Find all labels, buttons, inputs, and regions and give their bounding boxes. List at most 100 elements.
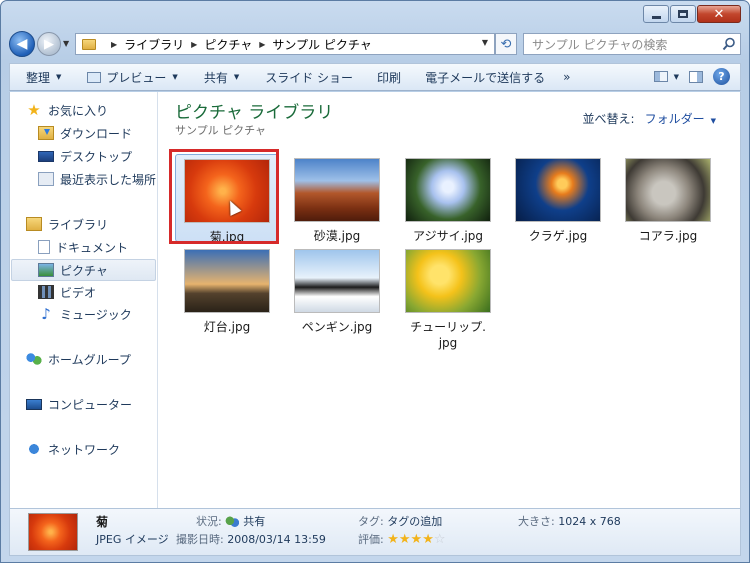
sidebar-item-videos[interactable]: ビデオ xyxy=(38,282,96,302)
thumbnail-image xyxy=(405,249,491,313)
arrange-by: 並べ替え: フォルダー ▼ xyxy=(583,110,716,127)
file-name-line1: チューリップ. xyxy=(410,320,486,334)
chevron-down-icon[interactable]: ▼ xyxy=(482,38,488,47)
address-bar[interactable]: ▶ ライブラリ ▶ ピクチャ ▶ サンプル ピクチャ ▼ xyxy=(75,33,495,55)
minimize-icon xyxy=(651,15,661,19)
preview-pane-button[interactable] xyxy=(689,70,703,83)
organize-menu[interactable]: 整理 ▼ xyxy=(26,63,71,91)
status-label: 状況: xyxy=(196,515,222,528)
file-item-lighthouse[interactable]: 灯台.jpg xyxy=(175,245,279,335)
chevron-down-icon: ▼ xyxy=(172,73,178,81)
window-controls: ✕ xyxy=(643,5,741,23)
toolbar-right: ▼ ? xyxy=(653,68,730,85)
file-name-line2: jpg xyxy=(438,336,458,350)
close-icon: ✕ xyxy=(713,6,725,22)
email-label: 電子メールで送信する xyxy=(425,70,546,85)
sidebar-item-homegroup[interactable]: ホームグループ xyxy=(26,349,131,369)
chevron-right-icon[interactable]: ▶ xyxy=(191,40,197,49)
star-icon[interactable]: ★ xyxy=(387,532,399,547)
search-input[interactable]: サンプル ピクチャの検索 xyxy=(523,33,741,55)
chevron-right-icon[interactable]: ▶ xyxy=(259,40,265,49)
sidebar-item-desktop[interactable]: デスクトップ xyxy=(38,146,132,166)
preview-menu[interactable]: プレビュー ▼ xyxy=(87,63,187,91)
library-subtitle: サンプル ピクチャ xyxy=(175,124,267,137)
organize-label: 整理 xyxy=(26,70,51,85)
file-name: クラゲ.jpg xyxy=(528,229,588,243)
rating-stars[interactable]: ★★★★☆ xyxy=(387,532,446,547)
folder-icon xyxy=(82,38,96,50)
help-icon[interactable]: ? xyxy=(713,68,730,85)
details-tags: タグ: タグの追加 xyxy=(358,513,442,529)
document-icon xyxy=(38,240,50,254)
details-date: 撮影日時: 2008/03/14 13:59 xyxy=(176,531,326,547)
maximize-button[interactable] xyxy=(670,5,696,23)
star-icon[interactable]: ★ xyxy=(422,532,434,547)
navigation-pane: ★ お気に入り ダウンロード デスクトップ 最近表示した場所 ライブラリ ドキュメ… xyxy=(10,92,158,508)
tag-add-field[interactable]: タグの追加 xyxy=(387,515,442,528)
sidebar-item-label: ネットワーク xyxy=(48,442,121,457)
details-status: 状況: 共有 xyxy=(196,513,265,529)
breadcrumb-libraries[interactable]: ライブラリ xyxy=(124,36,184,53)
file-item-koala[interactable]: コアラ.jpg xyxy=(616,154,720,244)
video-icon xyxy=(38,285,54,299)
chevron-down-icon[interactable]: ▼ xyxy=(711,117,716,125)
details-file-name: 菊 xyxy=(96,515,109,529)
back-arrow-icon: ◀ xyxy=(16,36,28,52)
details-rating: 評価: ★★★★☆ xyxy=(358,531,446,547)
sidebar-item-label: ビデオ xyxy=(60,285,97,300)
desktop-icon xyxy=(38,150,54,162)
chevron-right-icon[interactable]: ▶ xyxy=(111,40,117,49)
sidebar-item-pictures[interactable]: ピクチャ xyxy=(38,260,108,280)
file-list-pane: ピクチャ ライブラリ サンプル ピクチャ 並べ替え: フォルダー ▼ 菊.jpg 砂… xyxy=(159,92,740,508)
sidebar-item-libraries[interactable]: ライブラリ xyxy=(26,214,108,234)
email-button[interactable]: 電子メールで送信する xyxy=(425,63,555,91)
refresh-button[interactable]: ⟲ xyxy=(495,33,517,55)
sidebar-item-music[interactable]: ♪ ミュージック xyxy=(38,304,132,324)
back-button[interactable]: ◀ xyxy=(9,31,35,57)
minimize-button[interactable] xyxy=(643,5,669,23)
breadcrumb-pictures[interactable]: ピクチャ xyxy=(204,36,252,53)
search-icon[interactable] xyxy=(722,37,736,51)
forward-button[interactable]: ▶ xyxy=(37,32,61,56)
details-thumbnail xyxy=(28,513,78,551)
file-item-hydrangea[interactable]: アジサイ.jpg xyxy=(396,154,500,244)
view-icon xyxy=(653,71,668,82)
date-value: 2008/03/14 13:59 xyxy=(227,533,326,546)
close-button[interactable]: ✕ xyxy=(697,5,741,23)
star-icon[interactable]: ★ xyxy=(399,532,411,547)
file-item-tulips[interactable]: チューリップ. jpg xyxy=(396,245,500,351)
star-icon[interactable]: ☆ xyxy=(434,532,446,547)
file-item-jellyfish[interactable]: クラゲ.jpg xyxy=(506,154,610,244)
sidebar-item-label: ダウンロード xyxy=(60,126,133,141)
rating-label: 評価: xyxy=(358,533,384,546)
breadcrumb-sample-pictures[interactable]: サンプル ピクチャ xyxy=(272,36,371,53)
sidebar-item-label: お気に入り xyxy=(48,103,109,118)
size-label: 大きさ: xyxy=(518,515,555,528)
downloads-folder-icon xyxy=(38,126,54,140)
share-menu[interactable]: 共有 ▼ xyxy=(204,63,249,91)
star-icon: ★ xyxy=(27,101,41,119)
file-item-desert[interactable]: 砂漠.jpg xyxy=(285,154,389,244)
share-users-icon xyxy=(225,516,240,528)
sidebar-item-favorites[interactable]: ★ お気に入り xyxy=(26,100,108,120)
more-commands-button[interactable]: » xyxy=(563,63,580,91)
sidebar-item-downloads[interactable]: ダウンロード xyxy=(38,123,132,143)
recent-pages-dropdown[interactable]: ▼ xyxy=(63,39,69,48)
details-file-type: JPEG イメージ xyxy=(96,533,169,546)
slideshow-button[interactable]: スライド ショー xyxy=(265,63,363,91)
change-view-button[interactable]: ▼ xyxy=(653,71,679,82)
file-item-penguins[interactable]: ペンギン.jpg xyxy=(285,245,389,335)
thumbnail-image xyxy=(294,249,380,313)
sidebar-item-network[interactable]: ネットワーク xyxy=(26,439,120,459)
sidebar-item-documents[interactable]: ドキュメント xyxy=(38,237,128,257)
chevron-down-icon: ▼ xyxy=(673,72,679,81)
print-button[interactable]: 印刷 xyxy=(377,63,411,91)
star-icon[interactable]: ★ xyxy=(411,532,423,547)
sidebar-item-computer[interactable]: コンピューター xyxy=(26,394,132,414)
sidebar-item-label: ミュージック xyxy=(60,307,132,322)
thumbnail-image xyxy=(625,158,711,222)
command-bar: 整理 ▼ プレビュー ▼ 共有 ▼ スライド ショー 印刷 電子メールで送信する » … xyxy=(9,63,741,91)
arrange-dropdown[interactable]: フォルダー xyxy=(645,112,705,126)
sidebar-item-recent[interactable]: 最近表示した場所 xyxy=(38,169,156,189)
status-value: 共有 xyxy=(243,515,266,528)
